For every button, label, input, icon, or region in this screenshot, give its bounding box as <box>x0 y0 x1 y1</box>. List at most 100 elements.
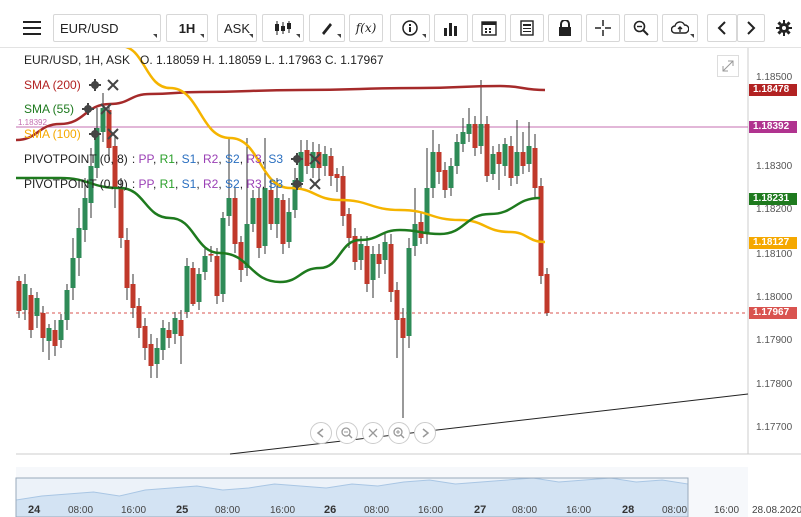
candlestick[interactable] <box>190 262 196 306</box>
news-button[interactable] <box>510 14 544 42</box>
candlestick[interactable] <box>148 334 154 378</box>
candlestick[interactable] <box>430 130 436 198</box>
close-icon[interactable] <box>106 79 119 91</box>
price-type-select[interactable]: ASK <box>217 14 257 42</box>
candlestick[interactable] <box>112 136 118 208</box>
candlestick[interactable] <box>394 282 400 358</box>
candlestick[interactable] <box>28 288 34 338</box>
candlestick[interactable] <box>124 228 130 300</box>
candlestick[interactable] <box>376 244 382 278</box>
candlestick[interactable] <box>34 292 40 328</box>
settings-button[interactable] <box>770 14 798 42</box>
chart-type-button[interactable] <box>262 14 304 42</box>
candlestick[interactable] <box>370 246 376 298</box>
zoom-out-button[interactable] <box>336 422 358 444</box>
candlestick[interactable] <box>232 188 238 253</box>
candlestick[interactable] <box>406 238 412 348</box>
candlestick[interactable] <box>340 166 346 226</box>
gear-icon[interactable] <box>82 103 95 115</box>
candlestick[interactable] <box>160 320 166 360</box>
candlestick[interactable] <box>16 276 22 318</box>
candlestick[interactable] <box>448 158 454 196</box>
fit-button[interactable] <box>362 422 384 444</box>
volume-button[interactable] <box>434 14 468 42</box>
candlestick[interactable] <box>484 116 490 182</box>
draw-tool-button[interactable] <box>309 14 345 42</box>
indicator-sma-100[interactable]: SMA (100) <box>24 126 119 142</box>
info-button[interactable] <box>390 14 430 42</box>
candlestick[interactable] <box>280 194 286 254</box>
candlestick[interactable] <box>520 132 526 174</box>
candlestick[interactable] <box>460 118 466 152</box>
candlestick[interactable] <box>220 212 226 302</box>
gear-icon[interactable] <box>291 153 304 165</box>
candlestick[interactable] <box>256 188 262 258</box>
candlestick[interactable] <box>388 234 394 302</box>
indicator-sma-55[interactable]: SMA (55) <box>24 101 112 117</box>
expand-button[interactable] <box>717 55 739 77</box>
candlestick[interactable] <box>502 138 508 176</box>
candlestick[interactable] <box>532 134 538 198</box>
candlestick[interactable] <box>382 234 388 274</box>
candlestick[interactable] <box>466 108 472 142</box>
candlestick[interactable] <box>544 268 550 316</box>
close-icon[interactable] <box>100 103 112 115</box>
candlestick[interactable] <box>64 284 70 330</box>
indicator-pivotpoint-2[interactable]: PIVOTPOINT (0, 9) : PP, R1, S1, R2, S2, … <box>24 176 321 192</box>
candlestick[interactable] <box>472 116 478 156</box>
candlestick[interactable] <box>184 258 190 318</box>
candlestick[interactable] <box>208 246 214 262</box>
candlestick[interactable] <box>286 198 292 248</box>
candlestick[interactable] <box>166 322 172 348</box>
candlestick[interactable] <box>490 146 496 180</box>
candlestick[interactable] <box>538 178 544 284</box>
candlestick[interactable] <box>130 274 136 318</box>
menu-button[interactable] <box>16 14 48 42</box>
candlestick[interactable] <box>496 144 502 190</box>
sma-55-line[interactable] <box>16 176 541 284</box>
candlestick[interactable] <box>364 236 370 292</box>
candlestick[interactable] <box>76 208 82 276</box>
candlestick[interactable] <box>142 318 148 360</box>
timeframe-select[interactable]: 1H <box>166 14 208 42</box>
candlestick[interactable] <box>400 308 406 418</box>
candlestick[interactable] <box>508 136 514 186</box>
candlestick[interactable] <box>352 228 358 270</box>
candlestick[interactable] <box>94 108 100 178</box>
candlestick[interactable] <box>178 310 184 364</box>
candlestick[interactable] <box>322 146 328 176</box>
function-button[interactable]: f(x) <box>349 14 383 42</box>
candlestick[interactable] <box>250 190 256 232</box>
symbol-select[interactable]: EUR/USD <box>53 14 161 42</box>
candlestick[interactable] <box>52 320 58 356</box>
cloud-button[interactable] <box>662 14 698 42</box>
candlestick[interactable] <box>214 248 220 304</box>
indicator-pivotpoint-1[interactable]: PIVOTPOINT (0, 8) : PP, R1, S1, R2, S2, … <box>24 151 321 167</box>
candlestick[interactable] <box>514 120 520 184</box>
candlestick[interactable] <box>172 312 178 344</box>
indicator-sma-200[interactable]: SMA (200) <box>24 77 119 93</box>
crosshair-button[interactable] <box>586 14 620 42</box>
candlestick[interactable] <box>412 188 418 256</box>
candlestick[interactable] <box>196 268 202 310</box>
close-icon[interactable] <box>309 153 321 165</box>
lock-button[interactable] <box>548 14 582 42</box>
zoom-in-button[interactable] <box>388 422 410 444</box>
candlestick[interactable] <box>154 338 160 378</box>
candlestick[interactable] <box>478 80 484 154</box>
candlestick[interactable] <box>454 134 460 174</box>
candlestick[interactable] <box>58 314 64 348</box>
price-chart[interactable]: EUR/USD, 1H, ASK O. 1.18059 H. 1.18059 L… <box>0 48 801 517</box>
plot-area[interactable] <box>0 48 801 517</box>
close-icon[interactable] <box>309 178 321 190</box>
scroll-left-button[interactable] <box>310 422 332 444</box>
next-button[interactable] <box>737 14 765 42</box>
candlestick[interactable] <box>526 122 532 172</box>
gear-icon[interactable] <box>291 178 304 190</box>
candlestick[interactable] <box>436 144 442 184</box>
candlestick[interactable] <box>46 324 52 360</box>
close-icon[interactable] <box>106 128 119 140</box>
prev-button[interactable] <box>707 14 737 42</box>
candlestick[interactable] <box>70 238 76 300</box>
candlestick[interactable] <box>424 148 430 244</box>
